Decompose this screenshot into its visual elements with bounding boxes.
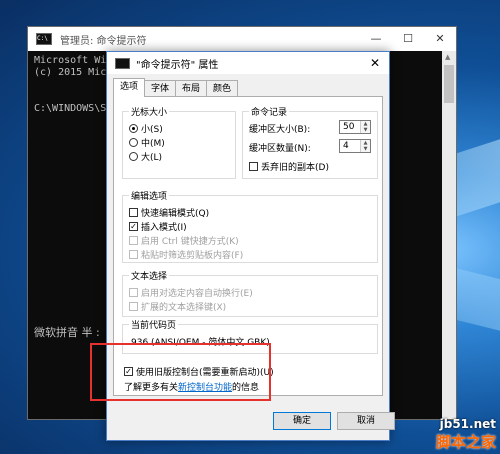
extended-keys-checkbox: 扩展的文本选择键(X) <box>129 300 226 313</box>
buffer-count-stepper[interactable]: 4 ▲ ▼ <box>339 139 371 153</box>
cmd-window-title: 管理员: 命令提示符 <box>60 35 147 47</box>
buffer-size-stepper[interactable]: 50 ▲ ▼ <box>339 120 371 134</box>
insert-mode-checkbox[interactable]: ✓ 插入模式(I) <box>129 220 187 233</box>
cmd-titlebar[interactable]: C:\ 管理员: 命令提示符 — ☐ ✕ <box>28 27 456 51</box>
text-selection-group: 文本选择 启用对选定内容自动换行(E) 扩展的文本选择键(X) <box>122 269 378 317</box>
option-label: 大(L) <box>141 153 163 163</box>
tab-colors[interactable]: 颜色 <box>206 80 239 97</box>
watermark-brand: 脚本之家 <box>435 433 496 451</box>
radio-button[interactable] <box>129 138 138 147</box>
tab-bar: 选项 字体 布局 颜色 <box>113 78 239 97</box>
dialog-title: "命令提示符" 属性 <box>136 59 219 71</box>
scroll-up-icon[interactable]: ▲ <box>445 53 450 61</box>
checkbox-checked[interactable]: ✓ <box>129 222 138 231</box>
radio-button[interactable] <box>129 124 138 133</box>
tab-options[interactable]: 选项 <box>113 78 146 97</box>
highlight-annotation-box <box>90 343 271 401</box>
buffer-size-value[interactable]: 50 <box>343 122 354 132</box>
ctrl-shortcuts-checkbox: 启用 Ctrl 键快捷方式(K) <box>129 234 239 247</box>
option-label: 扩展的文本选择键(X) <box>141 303 227 313</box>
checkbox[interactable] <box>249 162 258 171</box>
minimize-icon[interactable]: — <box>360 27 392 51</box>
dialog-titlebar[interactable]: "命令提示符" 属性 ✕ <box>107 52 389 74</box>
discard-duplicates-checkbox[interactable]: 丢弃旧的副本(D) <box>249 160 329 173</box>
ime-status-text: 微软拼音 半 : <box>34 326 100 339</box>
group-legend: 命令记录 <box>249 105 290 118</box>
watermark-url: jb51.net <box>439 417 496 431</box>
checkbox <box>129 236 138 245</box>
group-legend: 文本选择 <box>129 269 170 282</box>
cmd-app-icon <box>115 57 130 69</box>
checkbox <box>129 288 138 297</box>
maximize-icon[interactable]: ☐ <box>392 27 424 51</box>
cmd-app-icon[interactable]: C:\ <box>36 33 52 45</box>
cursor-size-group: 光标大小 小(S) 中(M) 大(L) <box>122 105 236 179</box>
buffer-count-label: 缓冲区数量(N): <box>249 144 311 154</box>
command-history-group: 命令记录 缓冲区大小(B): 50 ▲ ▼ 缓冲区数量(N): 4 ▲ ▼ 丢弃旧的… <box>242 105 378 179</box>
ok-button[interactable]: 确定 <box>273 412 331 430</box>
checkbox[interactable] <box>129 208 138 217</box>
option-label: 启用对选定内容自动换行(E) <box>141 289 253 299</box>
close-icon[interactable]: ✕ <box>361 52 389 74</box>
option-label: 丢弃旧的副本(D) <box>261 163 329 173</box>
close-icon[interactable]: ✕ <box>424 27 456 51</box>
cancel-button[interactable]: 取消 <box>337 412 395 430</box>
scrollbar-thumb[interactable] <box>444 65 454 103</box>
filter-paste-checkbox: 粘贴时筛选剪贴板内容(F) <box>129 248 243 261</box>
buffer-count-value[interactable]: 4 <box>343 141 349 151</box>
group-legend: 光标大小 <box>129 105 170 118</box>
watermark: jb51.net 脚本之家 <box>436 417 496 452</box>
line-wrap-checkbox: 启用对选定内容自动换行(E) <box>129 286 253 299</box>
spin-arrows-icon[interactable]: ▲ ▼ <box>360 140 370 152</box>
quick-edit-checkbox[interactable]: 快速编辑模式(Q) <box>129 206 209 219</box>
option-label: 启用 Ctrl 键快捷方式(K) <box>141 237 239 247</box>
tab-layout[interactable]: 布局 <box>175 80 208 97</box>
cursor-large-radio[interactable]: 大(L) <box>129 150 162 163</box>
checkbox <box>129 250 138 259</box>
cursor-medium-radio[interactable]: 中(M) <box>129 136 165 149</box>
option-label: 小(S) <box>141 125 163 135</box>
buffer-size-label: 缓冲区大小(B): <box>249 125 311 135</box>
option-label: 中(M) <box>141 139 165 149</box>
cursor-small-radio[interactable]: 小(S) <box>129 122 163 135</box>
radio-button[interactable] <box>129 152 138 161</box>
group-legend: 编辑选项 <box>129 189 170 202</box>
cmd-scrollbar[interactable]: ▲ <box>442 51 456 419</box>
group-legend: 当前代码页 <box>129 318 179 331</box>
tab-font[interactable]: 字体 <box>144 80 177 97</box>
spin-arrows-icon[interactable]: ▲ ▼ <box>360 121 370 133</box>
option-label: 插入模式(I) <box>141 223 187 233</box>
checkbox <box>129 302 138 311</box>
option-label: 粘贴时筛选剪贴板内容(F) <box>141 251 244 261</box>
option-label: 快速编辑模式(Q) <box>141 209 210 219</box>
edit-options-group: 编辑选项 快速编辑模式(Q) ✓ 插入模式(I) 启用 Ctrl 键快捷方式(K… <box>122 189 378 263</box>
